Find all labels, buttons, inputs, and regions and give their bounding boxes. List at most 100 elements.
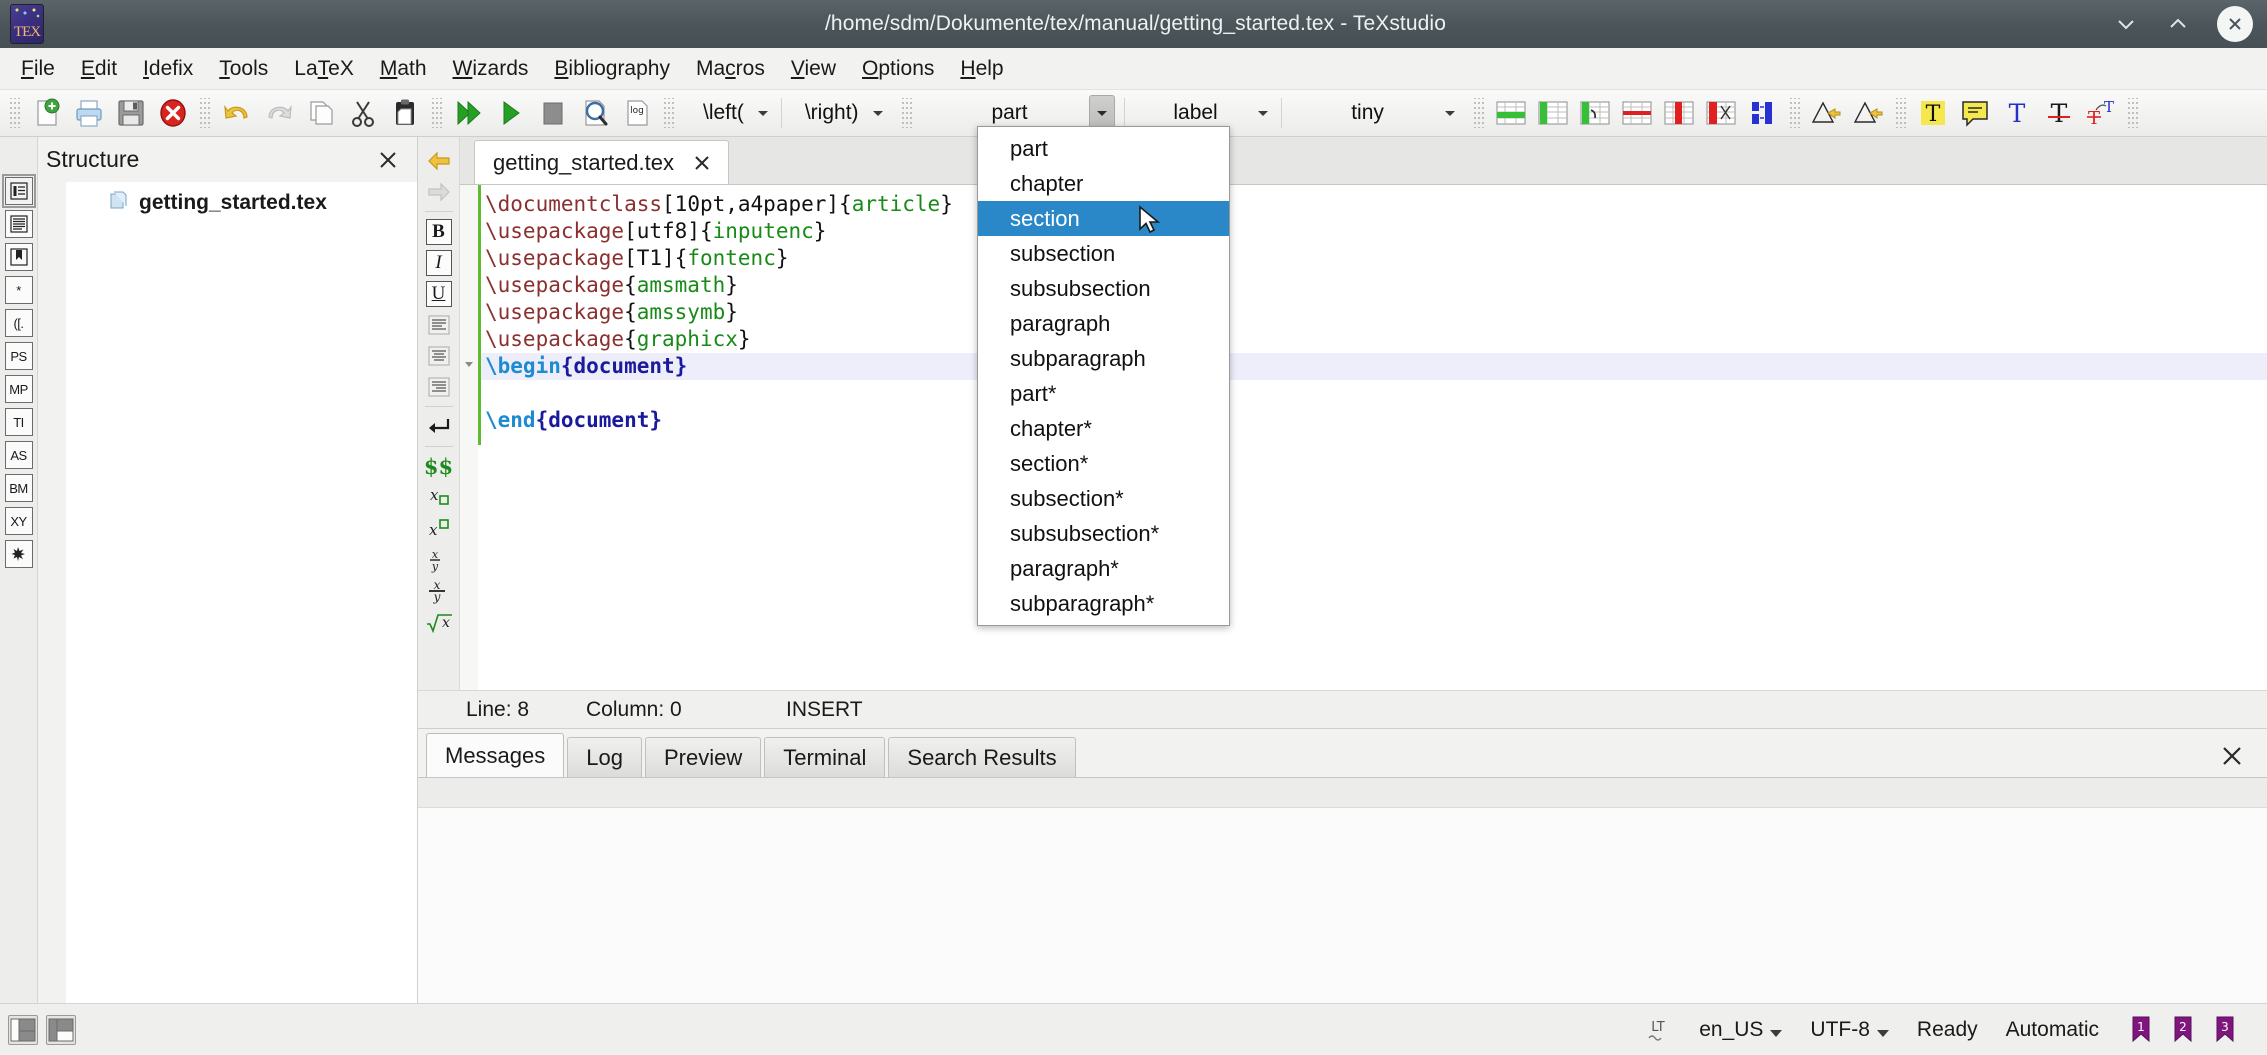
tab-log[interactable]: Log	[567, 737, 642, 777]
toggle-bottom-panel-button[interactable]	[46, 1015, 76, 1045]
menu-view[interactable]: View	[778, 53, 849, 85]
right-delimiter-combo[interactable]: \right)	[785, 95, 893, 131]
sqrt-icon[interactable]: x	[422, 606, 456, 637]
toolbar-grip[interactable]	[10, 98, 20, 128]
paste-icon[interactable]	[386, 94, 424, 132]
close-icon[interactable]	[2217, 741, 2247, 771]
sidebar-ps-icon[interactable]: PS	[5, 342, 33, 370]
sidebar-bm-icon[interactable]: BM	[5, 474, 33, 502]
tab-preview[interactable]: Preview	[645, 737, 761, 777]
toolbar-grip-9[interactable]	[2128, 98, 2138, 128]
font-size-combo[interactable]: tiny	[1285, 95, 1465, 131]
code-line[interactable]: \usepackage[T1]{fontenc}	[485, 245, 2267, 272]
remove-column-icon[interactable]	[1660, 94, 1698, 132]
cut-column-icon[interactable]	[1702, 94, 1740, 132]
toolbar-grip-2[interactable]	[200, 98, 210, 128]
dfraction-icon[interactable]: xy	[422, 575, 456, 606]
bookmark-2-icon[interactable]: 2	[2171, 1015, 2197, 1045]
dropdown-item-paragraph[interactable]: paragraph	[978, 306, 1229, 341]
chevron-down-icon[interactable]	[1877, 1030, 1889, 1037]
bookmark-3-icon[interactable]: 3	[2213, 1015, 2239, 1045]
dropdown-item-chapter-star[interactable]: chapter*	[978, 411, 1229, 446]
dropdown-item-subsection[interactable]: subsection	[978, 236, 1229, 271]
copy-icon[interactable]	[302, 94, 340, 132]
dropdown-item-subsection-star[interactable]: subsection*	[978, 481, 1229, 516]
dropdown-item-part[interactable]: part	[978, 131, 1229, 166]
replace-text-icon[interactable]: T T	[2082, 94, 2120, 132]
chevron-down-icon[interactable]	[1254, 104, 1272, 122]
newline-icon[interactable]	[422, 411, 456, 442]
sidebar-delimiters-icon[interactable]: ([.	[5, 309, 33, 337]
menu-bibliography[interactable]: Bibliography	[541, 53, 683, 85]
close-icon[interactable]	[375, 147, 401, 173]
tab-messages[interactable]: Messages	[426, 733, 564, 777]
align-columns-icon[interactable]	[1744, 94, 1782, 132]
sidebar-ti-icon[interactable]: TI	[5, 408, 33, 436]
encoding-selector[interactable]: UTF-8	[1796, 1018, 1903, 1042]
add-column-icon[interactable]	[1534, 94, 1572, 132]
dropdown-item-paragraph-star[interactable]: paragraph*	[978, 551, 1229, 586]
dropdown-item-subsubsection-star[interactable]: subsubsection*	[978, 516, 1229, 551]
bold-icon[interactable]: B	[422, 216, 456, 247]
add-column-cursor-icon[interactable]	[1576, 94, 1614, 132]
menu-macros[interactable]: Macros	[683, 53, 778, 85]
build-and-view-icon[interactable]	[450, 94, 488, 132]
redo-icon[interactable]	[260, 94, 298, 132]
fraction-icon[interactable]: xy	[422, 544, 456, 575]
sidebar-bookmarks-icon[interactable]	[5, 243, 33, 271]
sidebar-xy-icon[interactable]: XY	[5, 507, 33, 535]
close-icon[interactable]	[2217, 6, 2253, 42]
preview-icon[interactable]	[576, 94, 614, 132]
chevron-down-icon[interactable]	[1770, 1030, 1782, 1037]
chevron-down-icon[interactable]	[869, 104, 887, 122]
chevron-down-icon[interactable]	[462, 357, 476, 371]
view-icon[interactable]	[492, 94, 530, 132]
sidebar-as-icon[interactable]: AS	[5, 441, 33, 469]
save-icon[interactable]	[112, 94, 150, 132]
underline-icon[interactable]: U	[422, 278, 456, 309]
sidebar-misc-icon[interactable]	[5, 540, 33, 568]
toolbar-grip-4[interactable]	[664, 98, 674, 128]
editor-tab-getting-started[interactable]: getting_started.tex	[474, 140, 729, 184]
toggle-left-panel-button[interactable]	[8, 1015, 38, 1045]
code-line[interactable]: \usepackage{amsmath}	[485, 272, 2267, 299]
insert-text-icon[interactable]: T	[1998, 94, 2036, 132]
code-line[interactable]	[485, 380, 2267, 407]
dropdown-item-part-star[interactable]: part*	[978, 376, 1229, 411]
toolbar-grip-8[interactable]	[1896, 98, 1906, 128]
sidebar-mp-icon[interactable]: MP	[5, 375, 33, 403]
minimize-icon[interactable]	[2113, 11, 2139, 37]
superscript-icon[interactable]: x	[422, 513, 456, 544]
navigate-back-icon[interactable]	[422, 145, 456, 176]
menu-latex[interactable]: LaTeX	[281, 53, 367, 85]
structure-tree[interactable]: getting_started.tex	[66, 182, 417, 1003]
log-icon[interactable]: log	[618, 94, 656, 132]
code-line[interactable]: \usepackage[utf8]{inputenc}	[485, 218, 2267, 245]
align-left-icon[interactable]	[422, 309, 456, 340]
toolbar-grip-6[interactable]	[1474, 98, 1484, 128]
code-line[interactable]: \usepackage{graphicx}	[485, 326, 2267, 353]
menu-wizards[interactable]: Wizards	[440, 53, 542, 85]
close-document-icon[interactable]	[154, 94, 192, 132]
close-icon[interactable]	[690, 151, 714, 175]
next-error-icon[interactable]	[1850, 94, 1888, 132]
cut-icon[interactable]	[344, 94, 382, 132]
menu-tools[interactable]: Tools	[206, 53, 281, 85]
tab-terminal[interactable]: Terminal	[764, 737, 885, 777]
menu-options[interactable]: Options	[849, 53, 947, 85]
menu-file[interactable]: File	[8, 53, 68, 85]
code-line[interactable]: \documentclass[10pt,a4paper]{article}	[485, 191, 2267, 218]
code-line[interactable]: \end{document}	[485, 407, 2267, 434]
align-right-icon[interactable]	[422, 371, 456, 402]
sidebar-symbols-icon[interactable]: *	[5, 276, 33, 304]
dropdown-item-subsubsection[interactable]: subsubsection	[978, 271, 1229, 306]
remove-row-icon[interactable]	[1618, 94, 1656, 132]
align-center-icon[interactable]	[422, 340, 456, 371]
maximize-icon[interactable]	[2165, 11, 2191, 37]
dropdown-item-chapter[interactable]: chapter	[978, 166, 1229, 201]
structure-root-item[interactable]: getting_started.tex	[66, 182, 417, 217]
toolbar-grip-5[interactable]	[902, 98, 912, 128]
dropdown-item-section-star[interactable]: section*	[978, 446, 1229, 481]
print-icon[interactable]	[70, 94, 108, 132]
chevron-down-icon[interactable]	[754, 104, 772, 122]
